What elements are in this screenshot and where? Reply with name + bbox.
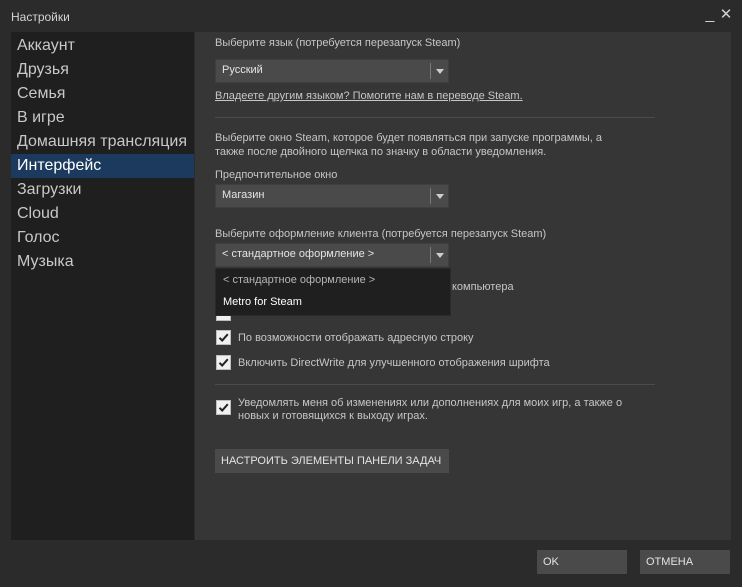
cancel-button[interactable]: ОТМЕНА	[640, 550, 730, 574]
sidebar-item-home-streaming[interactable]: Домашняя трансляция	[11, 130, 194, 154]
chevron-down-icon	[436, 253, 444, 258]
sidebar-item-cloud[interactable]: Cloud	[11, 202, 194, 226]
sidebar: Аккаунт Друзья Семья В игре Домашняя тра…	[11, 32, 194, 540]
combo-separator	[430, 63, 431, 79]
sidebar-item-downloads[interactable]: Загрузки	[11, 178, 194, 202]
sidebar-item-voice[interactable]: Голос	[11, 226, 194, 250]
preferred-window-value: Магазин	[222, 189, 265, 201]
chevron-down-icon	[436, 69, 444, 74]
close-icon[interactable]: ✕	[718, 6, 734, 24]
sidebar-item-friends[interactable]: Друзья	[11, 58, 194, 82]
checkbox-checked[interactable]	[216, 355, 231, 370]
checkmark-icon	[218, 403, 229, 412]
sidebar-item-music[interactable]: Музыка	[11, 250, 194, 274]
minimize-icon[interactable]: _	[702, 6, 718, 24]
divider	[215, 384, 655, 385]
address-bar-label: По возможности отображать адресную строк…	[238, 332, 474, 344]
checkmark-icon	[218, 358, 229, 367]
combo-separator	[430, 188, 431, 204]
skin-dropdown-list: < стандартное оформление > Metro for Ste…	[215, 268, 451, 316]
checkbox-checked[interactable]	[216, 330, 231, 345]
sidebar-item-in-game[interactable]: В игре	[11, 106, 194, 130]
startup-description-line1: Выберите окно Steam, которое будет появл…	[215, 132, 603, 144]
window-title: Настройки	[11, 10, 70, 24]
preferred-window-select[interactable]: Магазин	[215, 184, 449, 208]
sidebar-item-family[interactable]: Семья	[11, 82, 194, 106]
skin-label: Выберите оформление клиента (потребуется…	[215, 228, 547, 240]
chevron-down-icon	[436, 194, 444, 199]
language-select[interactable]: Русский	[215, 59, 449, 83]
title-bar: Настройки _ ✕	[0, 0, 742, 32]
partial-checkbox-label: компьютера	[452, 281, 514, 293]
combo-separator	[430, 247, 431, 263]
notify-label-line1: Уведомлять меня об изменениях или дополн…	[238, 397, 623, 409]
startup-description-line2: также после двойного щелчка по значку в …	[215, 146, 547, 158]
notify-label-line2: новых и готовящихся к выходу играх.	[238, 410, 428, 422]
divider	[215, 117, 655, 118]
ok-button[interactable]: OK	[537, 550, 627, 574]
translation-help-link[interactable]: Владеете другим языком? Помогите нам в п…	[215, 90, 523, 102]
checkbox-checked[interactable]	[216, 400, 231, 415]
configure-taskbar-button[interactable]: НАСТРОИТЬ ЭЛЕМЕНТЫ ПАНЕЛИ ЗАДАЧ	[215, 449, 449, 473]
skin-option-default[interactable]: < стандартное оформление >	[223, 274, 375, 286]
directwrite-label: Включить DirectWrite для улучшенного ото…	[238, 357, 550, 369]
skin-select[interactable]: < стандартное оформление >	[215, 243, 449, 267]
sidebar-item-interface[interactable]: Интерфейс	[11, 154, 194, 178]
checkmark-icon	[218, 333, 229, 342]
language-select-value: Русский	[222, 64, 263, 76]
skin-option-metro[interactable]: Metro for Steam	[223, 296, 302, 308]
preferred-window-label: Предпочтительное окно	[215, 169, 338, 181]
sidebar-item-account[interactable]: Аккаунт	[11, 34, 194, 58]
language-heading: Выберите язык (потребуется перезапуск St…	[215, 37, 461, 49]
skin-select-value: < стандартное оформление >	[222, 248, 375, 260]
